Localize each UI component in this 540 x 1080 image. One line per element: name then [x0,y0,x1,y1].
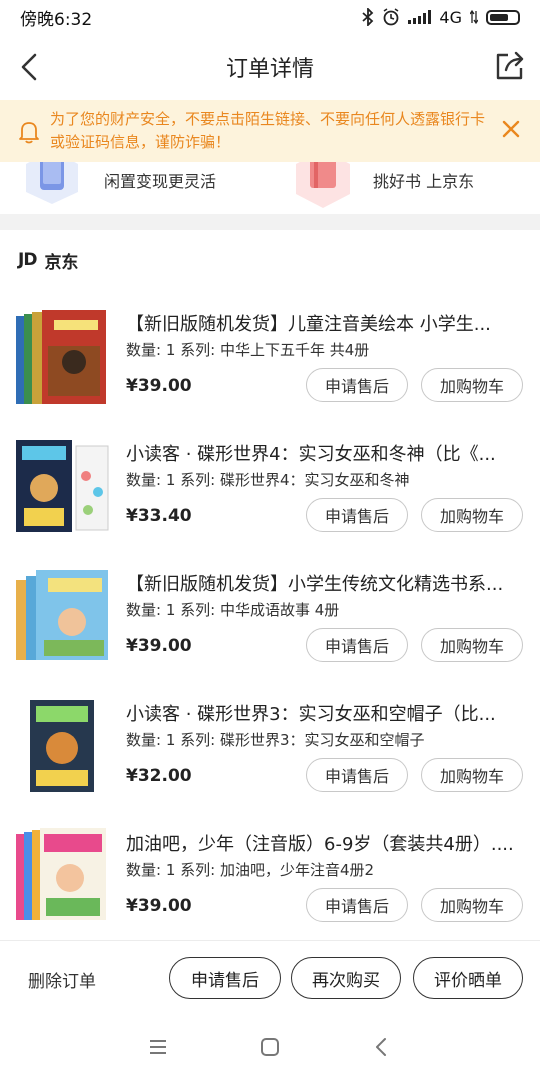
product-thumbnail[interactable] [14,826,110,926]
product-price: ¥33.40 [126,506,192,526]
rebuy-button[interactable]: 再次购买 [291,957,401,999]
product-thumbnail[interactable] [14,566,110,666]
add-to-cart-button[interactable]: 加购物车 [421,628,523,662]
alarm-icon [383,8,399,26]
status-icons: 4G [362,8,520,27]
order-item-list: 【新旧版随机发货】儿童注音美绘本 小学生... 数量: 1 系列: 中华上下五千… [0,300,540,950]
jd-logo: JD [18,250,37,270]
promo-right-text[interactable]: 挑好书 上京东 [373,168,474,192]
promo-left-text[interactable]: 闲置变现更灵活 [104,168,216,192]
share-icon[interactable] [494,49,526,83]
after-sale-button[interactable]: 申请售后 [306,888,408,922]
shop-name: 京东 [44,252,79,273]
delete-order-button[interactable]: 删除订单 [28,967,96,992]
product-meta: 数量: 1 系列: 加油吧，少年注音4册2 [126,861,375,879]
product-thumbnail[interactable] [14,696,110,796]
warning-text: 为了您的财产安全，不要点击陌生链接、不要向任何人透露银行卡或验证码信息，谨防诈骗… [50,110,486,151]
product-thumbnail[interactable] [14,306,110,406]
product-name[interactable]: 【新旧版随机发货】儿童注音美绘本 小学生... [126,310,516,336]
order-item[interactable]: 【新旧版随机发货】儿童注音美绘本 小学生... 数量: 1 系列: 中华上下五千… [0,300,540,430]
after-sale-button[interactable]: 申请售后 [306,498,408,532]
page-title: 订单详情 [225,57,314,82]
top-nav: 订单详情 [0,34,540,100]
add-to-cart-button[interactable]: 加购物车 [421,498,523,532]
product-price: ¥39.00 [126,636,192,656]
product-meta: 数量: 1 系列: 中华成语故事 4册 [126,601,340,619]
status-bar: 傍晚6:32 4G [0,0,540,34]
phone-recycle-icon[interactable] [22,162,82,204]
menu-icon[interactable] [147,1036,169,1058]
home-icon[interactable] [259,1036,281,1058]
add-to-cart-button[interactable]: 加购物车 [421,758,523,792]
network-type: 4G [439,7,462,27]
review-button[interactable]: 评价晒单 [413,957,523,999]
product-name[interactable]: 小读客 · 碟形世界4：实习女巫和冬神（比《... [126,440,516,466]
bluetooth-icon [362,8,374,26]
after-sale-button[interactable]: 申请售后 [306,368,408,402]
add-to-cart-button[interactable]: 加购物车 [421,368,523,402]
product-price: ¥39.00 [126,896,192,916]
bottom-action-bar: 删除订单 申请售后 再次购买 评价晒单 [0,940,540,1016]
security-warning-banner: 为了您的财产安全，不要点击陌生链接、不要向任何人透露银行卡或验证码信息，谨防诈骗… [0,100,540,162]
product-price: ¥39.00 [126,376,192,396]
product-thumbnail[interactable] [14,436,110,536]
after-sale-button[interactable]: 申请售后 [306,628,408,662]
product-name[interactable]: 【新旧版随机发货】小学生传统文化精选书系... [126,570,516,596]
signal-icon [408,10,432,24]
data-arrows-icon [470,9,478,25]
system-nav-bar [0,1016,540,1080]
battery-icon [486,9,520,25]
order-item[interactable]: 小读客 · 碟形世界4：实习女巫和冬神（比《... 数量: 1 系列: 碟形世界… [0,430,540,560]
after-sale-button[interactable]: 申请售后 [306,758,408,792]
product-name[interactable]: 小读客 · 碟形世界3：实习女巫和空帽子（比... [126,700,516,726]
order-after-sale-button[interactable]: 申请售后 [169,957,281,999]
shop-header[interactable]: JD 京东 [18,242,78,278]
order-item[interactable]: 小读客 · 碟形世界3：实习女巫和空帽子（比... 数量: 1 系列: 碟形世界… [0,690,540,820]
promo-strip: 闲置变现更灵活 挑好书 上京东 [0,162,540,214]
bell-icon [19,122,39,144]
product-meta: 数量: 1 系列: 中华上下五千年 共4册 [126,341,370,359]
add-to-cart-button[interactable]: 加购物车 [421,888,523,922]
back-arrow-icon[interactable] [14,50,48,84]
product-price: ¥32.00 [126,766,192,786]
status-time: 傍晚6:32 [20,9,93,30]
order-item[interactable]: 【新旧版随机发货】小学生传统文化精选书系... 数量: 1 系列: 中华成语故事… [0,560,540,690]
product-name[interactable]: 加油吧，少年（注音版）6-9岁（套装共4册）.... [126,830,516,856]
product-meta: 数量: 1 系列: 碟形世界3：实习女巫和空帽子 [126,731,425,749]
book-icon[interactable] [292,162,354,208]
section-divider [0,214,540,230]
order-item[interactable]: 加油吧，少年（注音版）6-9岁（套装共4册）.... 数量: 1 系列: 加油吧… [0,820,540,950]
product-meta: 数量: 1 系列: 碟形世界4：实习女巫和冬神 [126,471,410,489]
back-icon[interactable] [371,1036,393,1058]
close-icon[interactable] [500,118,522,140]
